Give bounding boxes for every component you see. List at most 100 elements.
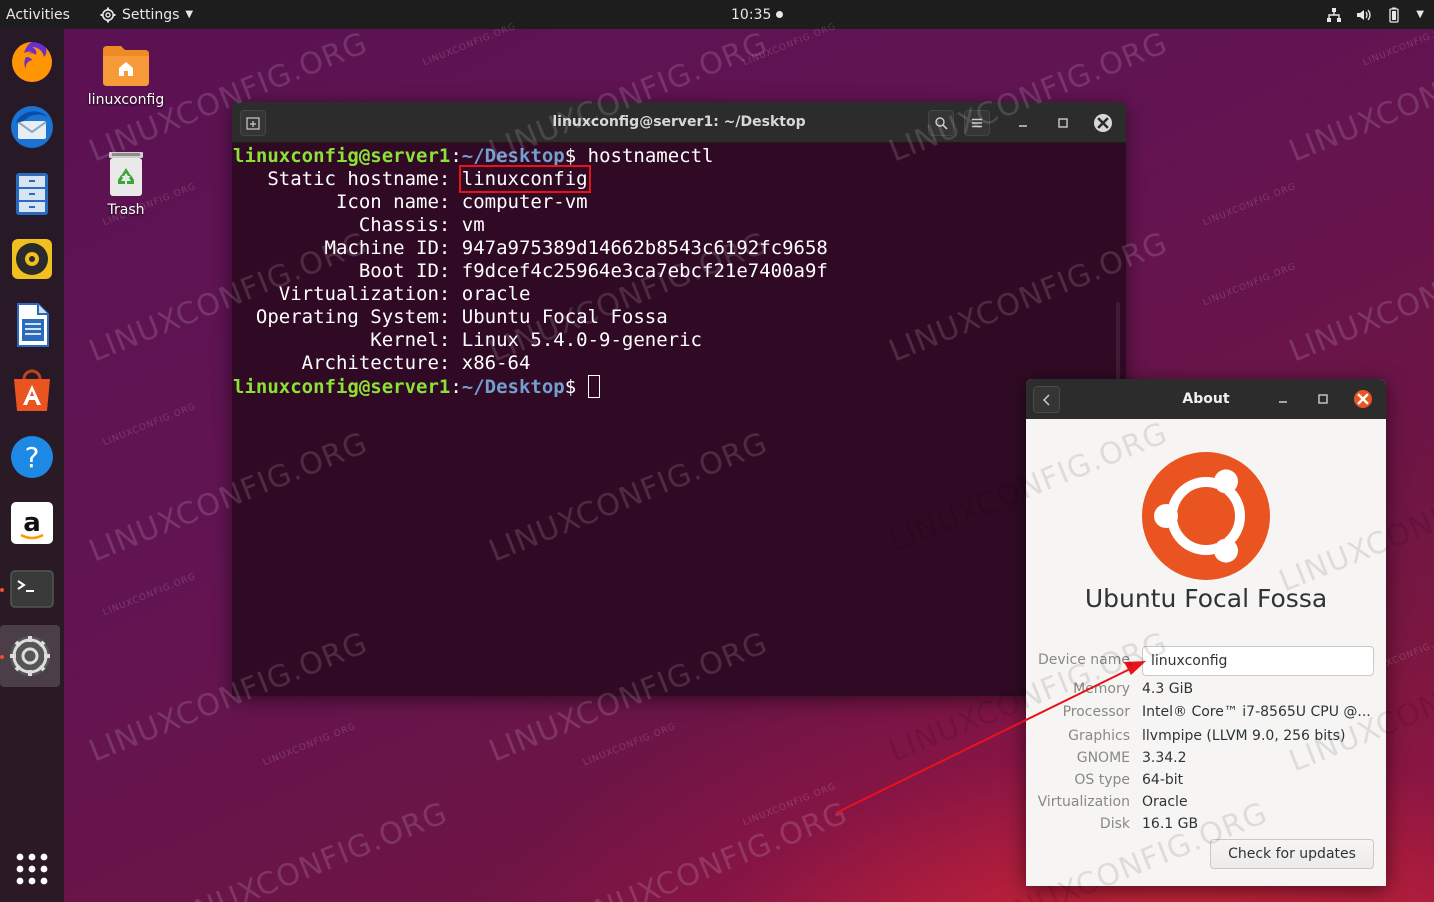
dock-rhythmbox[interactable] xyxy=(4,231,60,287)
about-close-button[interactable] xyxy=(1350,386,1376,412)
output-value: 947a975389d14662b8543c6192fc9658 xyxy=(461,237,828,259)
close-icon xyxy=(1354,390,1372,408)
output-line: Static hostname: linuxconfig xyxy=(233,165,1126,193)
terminal-headerbar[interactable]: linuxconfig@server1: ~/Desktop xyxy=(232,102,1126,143)
output-line: Chassis: vm xyxy=(233,214,1126,237)
disk-label: Disk xyxy=(1099,816,1130,832)
dock-terminal[interactable] xyxy=(4,561,60,617)
dock-writer[interactable] xyxy=(4,297,60,353)
dock-thunderbird[interactable] xyxy=(4,99,60,155)
graphics-label: Graphics xyxy=(1068,728,1130,744)
virtualization-label: Virtualization xyxy=(1037,794,1130,810)
running-indicator xyxy=(0,655,4,659)
thunderbird-icon xyxy=(11,106,53,148)
dock-help[interactable]: ? xyxy=(4,429,60,485)
output-label: Boot ID: xyxy=(233,260,462,282)
terminal-window[interactable]: linuxconfig@server1: ~/Desktop linuxconf… xyxy=(232,102,1126,696)
network-icon xyxy=(1327,7,1342,22)
chevron-down-icon: ▼ xyxy=(185,8,194,20)
prompt-separator: : xyxy=(450,376,462,398)
home-folder-icon xyxy=(103,46,149,86)
dock-firefox[interactable] xyxy=(4,33,60,89)
dock-amazon[interactable]: a xyxy=(4,495,60,551)
terminal-minimize-button[interactable] xyxy=(1010,110,1036,136)
watermark: LINUXCONFIG.ORG xyxy=(1284,25,1434,170)
device-name-field[interactable]: linuxconfig xyxy=(1142,646,1374,676)
watermark-small: LINUXCONFIG.ORG xyxy=(101,401,198,449)
clock[interactable]: 10:35 xyxy=(731,0,784,29)
command-line: linuxconfig@server1:~/Desktop$ hostnamec… xyxy=(233,145,1126,168)
desktop-trash[interactable]: Trash xyxy=(81,150,171,218)
prompt-path: ~/Desktop xyxy=(461,145,565,167)
app-menu[interactable]: Settings ▼ xyxy=(100,0,193,29)
dock-show-apps[interactable] xyxy=(4,841,60,897)
output-value: oracle xyxy=(461,283,531,305)
watermark-small: LINUXCONFIG.ORG xyxy=(741,781,838,829)
minimize-icon xyxy=(1279,401,1287,403)
watermark-small: LINUXCONFIG.ORG xyxy=(1201,181,1298,229)
watermark: LINUXCONFIG.ORG xyxy=(564,795,853,902)
prompt-user: linuxconfig@server1 xyxy=(233,145,451,167)
watermark-small: LINUXCONFIG.ORG xyxy=(581,721,678,769)
notification-dot-icon xyxy=(776,11,784,18)
system-status-menu[interactable]: ▼ xyxy=(1326,0,1424,29)
os-name: Ubuntu Focal Fossa xyxy=(1084,584,1328,613)
svg-text:a: a xyxy=(23,508,41,538)
output-value: Linux 5.4.0-9-generic xyxy=(461,329,702,351)
virtualization-value: Oracle xyxy=(1142,794,1188,810)
settings-icon xyxy=(10,636,50,676)
prompt-end: $ xyxy=(564,145,588,167)
hostname-highlight: linuxconfig xyxy=(458,165,591,193)
running-indicator xyxy=(0,588,4,592)
show-apps-icon xyxy=(16,853,48,885)
output-label: Kernel: xyxy=(233,329,462,351)
memory-label: Memory xyxy=(1073,681,1130,697)
about-maximize-button[interactable] xyxy=(1310,386,1336,412)
output-value: vm xyxy=(461,214,485,236)
output-line: Virtualization: oracle xyxy=(233,283,1126,306)
desktop-home-folder[interactable]: linuxconfig xyxy=(81,42,171,108)
terminal-menu-button[interactable] xyxy=(964,110,990,136)
prompt-path: ~/Desktop xyxy=(461,376,565,398)
output-line: Kernel: Linux 5.4.0-9-generic xyxy=(233,329,1126,352)
trash-icon xyxy=(109,152,143,196)
output-line: Architecture: x86-64 xyxy=(233,352,1126,375)
watermark-small: LINUXCONFIG.ORG xyxy=(1201,261,1298,309)
prompt-separator: : xyxy=(450,145,462,167)
search-icon xyxy=(935,117,948,130)
terminal-search-button[interactable] xyxy=(928,110,954,136)
rhythmbox-icon xyxy=(12,239,52,279)
output-label: Machine ID: xyxy=(233,237,462,259)
about-window[interactable]: About Ubuntu Focal Fossa Device name lin… xyxy=(1026,379,1386,886)
about-headerbar[interactable]: About xyxy=(1026,379,1386,419)
output-value: x86-64 xyxy=(461,352,531,374)
maximize-icon xyxy=(1058,118,1068,128)
output-line: Icon name: computer-vm xyxy=(233,191,1126,214)
output-value: computer-vm xyxy=(461,191,588,213)
battery-icon xyxy=(1389,7,1399,23)
output-label: Static hostname: xyxy=(233,168,462,190)
about-minimize-button[interactable] xyxy=(1270,386,1296,412)
dock-software[interactable] xyxy=(4,363,60,419)
watermark: LINUXCONFIG.ORG xyxy=(164,795,453,902)
output-value: Ubuntu Focal Fossa xyxy=(461,306,668,328)
dock-settings[interactable] xyxy=(0,625,60,687)
terminal-close-button[interactable] xyxy=(1090,110,1116,136)
processor-value: Intel® Core™ i7-8565U CPU @... xyxy=(1142,704,1371,720)
terminal-maximize-button[interactable] xyxy=(1050,110,1076,136)
libreoffice-writer-icon xyxy=(17,303,49,347)
processor-label: Processor xyxy=(1062,704,1130,720)
output-label: Architecture: xyxy=(233,352,462,374)
prompt-user: linuxconfig@server1 xyxy=(233,376,451,398)
terminal-output[interactable]: linuxconfig@server1:~/Desktop$ hostnamec… xyxy=(232,143,1126,399)
dock-files[interactable] xyxy=(4,165,60,221)
top-bar: Activities Settings ▼ 10:35 ▼ xyxy=(0,0,1434,29)
firefox-icon xyxy=(12,42,52,82)
terminal-icon xyxy=(10,570,54,608)
activities-button[interactable]: Activities xyxy=(6,0,70,29)
gnome-value: 3.34.2 xyxy=(1142,750,1187,766)
graphics-value: llvmpipe (LLVM 9.0, 256 bits) xyxy=(1142,728,1346,744)
check-for-updates-button[interactable]: Check for updates xyxy=(1210,839,1374,869)
help-icon: ? xyxy=(11,436,53,478)
output-value: f9dcef4c25964e3ca7ebcf21e7400a9f xyxy=(461,260,828,282)
